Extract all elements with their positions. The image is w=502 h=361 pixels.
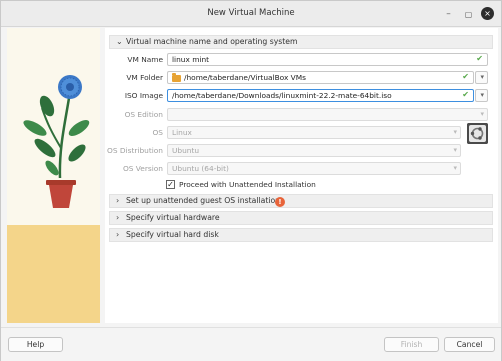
wizard-illustration <box>7 28 100 323</box>
help-button[interactable]: Help <box>8 337 63 352</box>
vm-folder-combo[interactable]: /home/taberdane/VirtualBox VMs ✔ <box>167 71 474 84</box>
folder-icon <box>172 73 181 82</box>
chevron-down-icon: ▾ <box>480 91 484 99</box>
chevron-down-icon: ▾ <box>480 73 484 81</box>
vm-folder-label: VM Folder <box>126 73 163 82</box>
title-bar: New Virtual Machine – ▢ × <box>1 1 501 27</box>
os-version-label: OS Version <box>122 164 163 173</box>
plant-illustration <box>23 75 90 208</box>
section-label: Specify virtual hardware <box>126 213 220 222</box>
vm-folder-dropdown-button[interactable]: ▾ <box>475 71 488 84</box>
chevron-down-icon: ▾ <box>453 164 457 172</box>
section-label: Virtual machine name and operating syste… <box>126 37 298 46</box>
iso-image-dropdown-button[interactable]: ▾ <box>475 89 488 102</box>
warning-icon: ! <box>275 197 285 207</box>
wizard-content: ⌄ Virtual machine name and operating sys… <box>105 28 498 323</box>
unattended-install-label: Proceed with Unattended Installation <box>179 180 316 189</box>
section-unattended[interactable]: › Set up unattended guest OS installatio… <box>109 194 493 208</box>
os-distribution-value: Ubuntu <box>172 146 200 155</box>
finish-button[interactable]: Finish <box>384 337 439 352</box>
os-label: OS <box>152 128 163 137</box>
section-hard-disk[interactable]: › Specify virtual hard disk <box>109 228 493 242</box>
unattended-install-checkbox[interactable]: ✓ <box>166 180 175 189</box>
chevron-right-icon: › <box>116 230 120 239</box>
chevron-down-icon: ▾ <box>453 128 457 136</box>
os-distribution-label: OS Distribution <box>107 146 163 155</box>
vm-name-input[interactable]: linux mint ✔ <box>167 53 488 66</box>
vm-name-label: VM Name <box>127 55 163 64</box>
os-version-select[interactable]: Ubuntu (64-bit) ▾ <box>167 162 461 175</box>
chevron-right-icon: › <box>116 196 120 205</box>
os-edition-select[interactable]: ▾ <box>167 108 488 121</box>
dialog-footer: Help Finish Cancel <box>1 327 501 361</box>
check-icon: ✔ <box>462 72 469 81</box>
iso-image-value: /home/taberdane/Downloads/linuxmint-22.2… <box>172 91 392 100</box>
os-edition-label: OS Edition <box>124 110 163 119</box>
chevron-down-icon: ⌄ <box>116 37 123 46</box>
window-title: New Virtual Machine <box>207 8 295 18</box>
check-icon: ✔ <box>476 54 483 63</box>
minimize-button[interactable]: – <box>443 9 454 20</box>
iso-image-combo[interactable]: /home/taberdane/Downloads/linuxmint-22.2… <box>167 89 474 102</box>
section-hardware[interactable]: › Specify virtual hardware <box>109 211 493 225</box>
help-button-label: Help <box>26 340 45 349</box>
section-label: Specify virtual hard disk <box>126 230 219 239</box>
os-distribution-select[interactable]: Ubuntu ▾ <box>167 144 461 157</box>
os-select[interactable]: Linux ▾ <box>167 126 461 139</box>
vm-name-value: linux mint <box>172 55 210 64</box>
chevron-right-icon: › <box>116 213 120 222</box>
os-value: Linux <box>172 128 192 137</box>
section-vm-name-os[interactable]: ⌄ Virtual machine name and operating sys… <box>109 35 493 49</box>
chevron-down-icon: ▾ <box>453 146 457 154</box>
cancel-button-label: Cancel <box>456 340 483 349</box>
os-version-value: Ubuntu (64-bit) <box>172 164 229 173</box>
section-label: Set up unattended guest OS installation <box>126 196 281 205</box>
new-vm-dialog: New Virtual Machine – ▢ × ⌄ Virtual mach… <box>0 0 502 361</box>
maximize-button[interactable]: ▢ <box>463 9 474 20</box>
ubuntu-os-icon <box>467 123 488 144</box>
iso-image-label: ISO Image <box>124 91 163 100</box>
close-button[interactable]: × <box>481 7 494 20</box>
chevron-down-icon: ▾ <box>480 110 484 118</box>
cancel-button[interactable]: Cancel <box>444 337 495 352</box>
finish-button-label: Finish <box>400 340 423 349</box>
check-icon: ✔ <box>462 90 469 99</box>
vm-folder-value: /home/taberdane/VirtualBox VMs <box>184 73 306 82</box>
